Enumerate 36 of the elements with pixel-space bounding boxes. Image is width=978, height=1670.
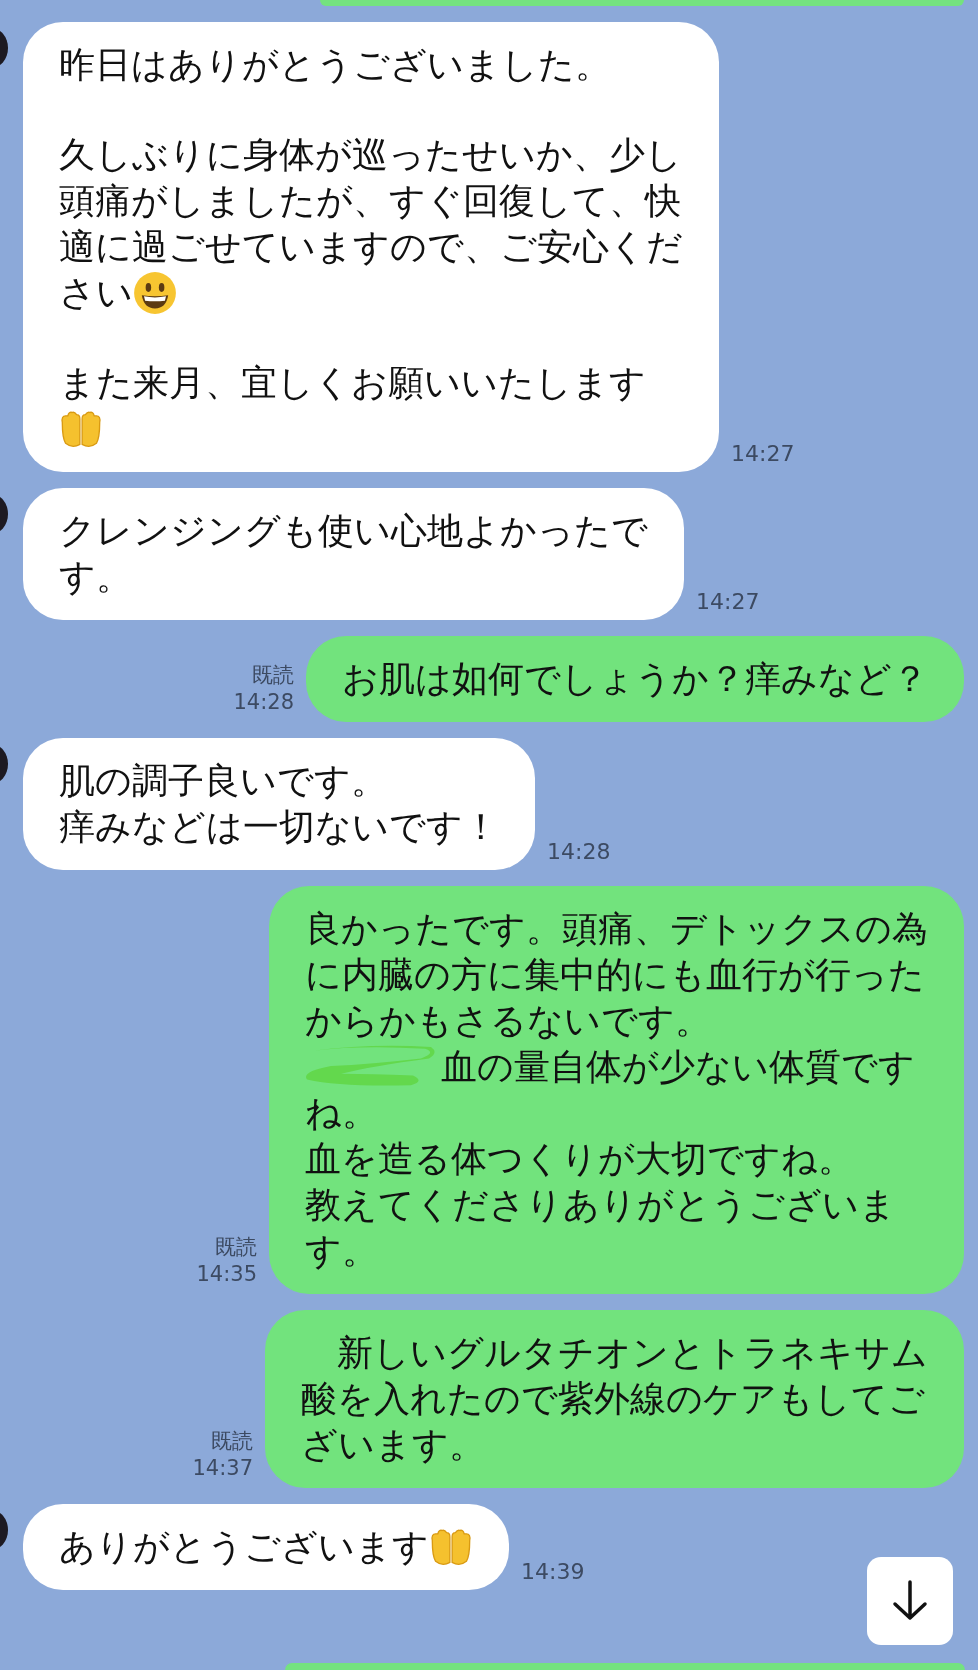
message-text: 適に過ごせていますので、ご安心くだ bbox=[59, 225, 683, 269]
message-text: クレンジングも使い心地よかったで bbox=[59, 509, 648, 553]
message-text: す。 bbox=[305, 1229, 378, 1273]
grinning-emoji-icon bbox=[133, 271, 177, 315]
timestamp: 14:35 bbox=[196, 1261, 257, 1288]
message-text: さい bbox=[59, 271, 133, 315]
message-text: 頭痛がしましたが、すぐ回復して、快 bbox=[59, 179, 681, 223]
message-text: に内臓の方に集中的にも血行が行った bbox=[305, 953, 925, 997]
message-text: 良かったです。頭痛、デトックスの為 bbox=[305, 907, 928, 951]
timestamp: 14:28 bbox=[233, 689, 294, 716]
message-text: からかもさるないです。 bbox=[305, 999, 711, 1043]
message-text: 酸を入れたので紫外線のケアもしてご bbox=[301, 1377, 925, 1421]
read-status: 既読 bbox=[215, 1234, 257, 1261]
timestamp: 14:39 bbox=[521, 1559, 585, 1584]
message-text: す。 bbox=[59, 555, 132, 599]
message-text: ありがとうございます bbox=[59, 1525, 429, 1569]
message-text: 肌の調子良いです。 bbox=[59, 759, 387, 803]
message-text: また来月、宜しくお願いいたします bbox=[59, 361, 646, 405]
message-text: 新しいグルタチオンとトラネキサム bbox=[336, 1331, 928, 1375]
message-text: ざいます。 bbox=[301, 1423, 485, 1467]
message-text: 血の量自体が少ない体質です bbox=[441, 1045, 915, 1089]
message-text: 昨日はありがとうございました。 bbox=[59, 43, 611, 87]
timestamp: 14:27 bbox=[731, 441, 795, 466]
message-text: 血を造る体つくりが大切ですね。 bbox=[305, 1137, 854, 1181]
scroll-down-button[interactable] bbox=[867, 1557, 953, 1645]
timestamp: 14:37 bbox=[192, 1455, 253, 1482]
message-text: 久しぶりに身体が巡ったせいか、少し bbox=[59, 133, 682, 177]
timestamp: 14:28 bbox=[547, 839, 611, 864]
message-text: 痒みなどは一切ないです！ bbox=[59, 805, 499, 849]
read-status: 既読 bbox=[252, 662, 294, 689]
message-text: ね。 bbox=[305, 1091, 378, 1135]
timestamp: 14:27 bbox=[696, 589, 760, 614]
read-status: 既読 bbox=[211, 1428, 253, 1455]
message-text: お肌は如何でしょうか？痒みなど？ bbox=[342, 657, 928, 701]
down-arrow-icon bbox=[890, 1580, 930, 1622]
message-text: 教えてくださりありがとうございま bbox=[305, 1183, 896, 1227]
